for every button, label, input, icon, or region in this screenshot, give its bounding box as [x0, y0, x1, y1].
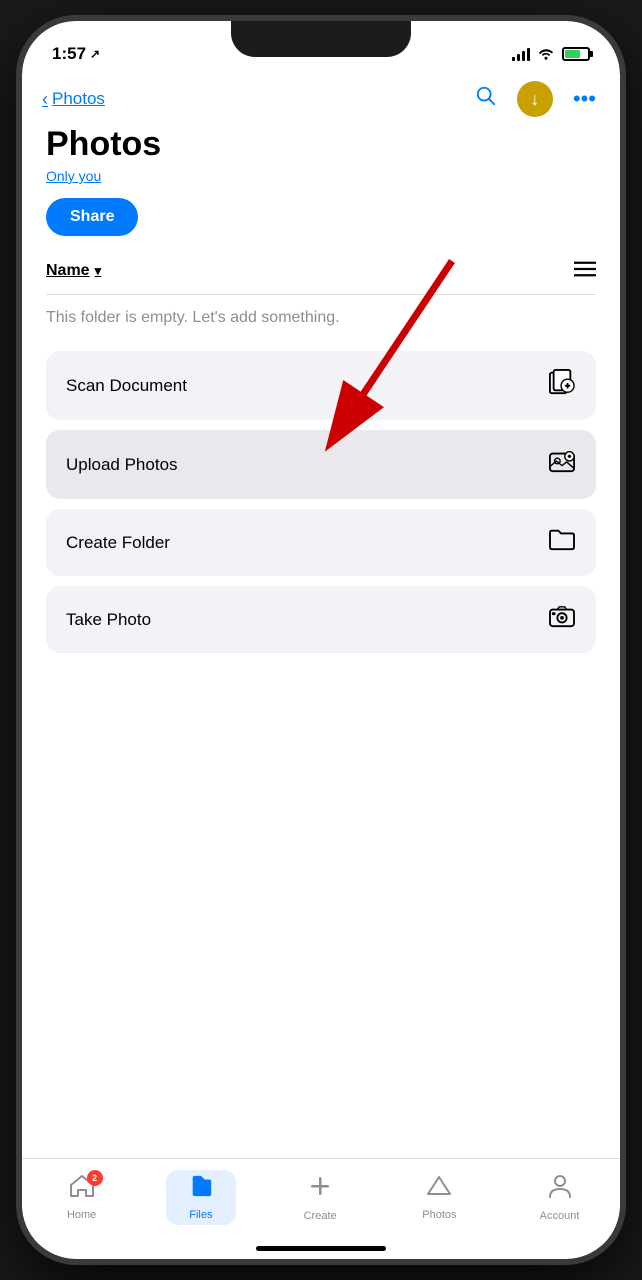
back-label: Photos	[52, 89, 105, 109]
create-folder-icon	[548, 527, 576, 558]
share-button[interactable]: Share	[46, 198, 138, 236]
tab-account-label: Account	[540, 1210, 580, 1222]
more-options-button[interactable]: •••	[573, 86, 596, 112]
status-time: 1:57 ↗	[52, 44, 100, 64]
sort-row: Name ▾	[46, 258, 596, 295]
back-chevron-icon: ‹	[42, 89, 48, 110]
sort-chevron-icon: ▾	[95, 263, 102, 279]
tab-home-label: Home	[67, 1209, 96, 1221]
scan-document-icon	[548, 369, 576, 402]
content-area: Photos Only you Share Name ▾ This folder…	[22, 125, 620, 1158]
take-photo-icon	[548, 604, 576, 635]
account-icon	[548, 1173, 572, 1206]
photos-tab-icon	[426, 1174, 452, 1205]
tab-create-label: Create	[304, 1210, 337, 1222]
tab-home[interactable]: 2 Home	[47, 1170, 117, 1225]
create-icon	[307, 1173, 333, 1206]
home-badge: 2	[87, 1170, 103, 1186]
tab-photos-label: Photos	[422, 1209, 456, 1221]
upload-photos-icon	[548, 448, 576, 481]
phone-frame: 1:57 ↗	[16, 15, 626, 1265]
home-indicator	[256, 1246, 386, 1251]
scan-document-label: Scan Document	[66, 376, 187, 396]
nav-icons: ↓ •••	[475, 81, 596, 117]
take-photo-item[interactable]: Take Photo	[46, 586, 596, 653]
signal-bars	[512, 47, 530, 61]
tab-bar: 2 Home Files	[22, 1158, 620, 1246]
notch	[231, 21, 411, 57]
nav-header: ‹ Photos ↓ •••	[22, 73, 620, 125]
files-icon	[188, 1174, 214, 1205]
scan-document-item[interactable]: Scan Document	[46, 351, 596, 420]
create-folder-item[interactable]: Create Folder	[46, 509, 596, 576]
back-button[interactable]: ‹ Photos	[42, 89, 105, 110]
battery-icon	[562, 47, 590, 61]
upload-photos-item[interactable]: Upload Photos	[46, 430, 596, 499]
take-photo-label: Take Photo	[66, 610, 151, 630]
tab-files-label: Files	[189, 1209, 212, 1221]
phone-screen: 1:57 ↗	[22, 21, 620, 1259]
download-button[interactable]: ↓	[517, 81, 553, 117]
wifi-icon	[537, 46, 555, 63]
tab-create[interactable]: Create	[285, 1169, 355, 1226]
tab-files[interactable]: Files	[166, 1170, 236, 1225]
home-icon: 2	[69, 1174, 95, 1205]
download-icon: ↓	[530, 89, 539, 110]
search-icon[interactable]	[475, 85, 497, 113]
sort-button[interactable]: Name ▾	[46, 262, 101, 280]
upload-photos-label: Upload Photos	[66, 455, 178, 475]
list-view-button[interactable]	[574, 258, 596, 284]
tab-photos[interactable]: Photos	[404, 1170, 474, 1225]
action-list: Scan Document Upload Photos	[46, 351, 596, 653]
create-folder-label: Create Folder	[66, 533, 170, 553]
empty-message: This folder is empty. Let's add somethin…	[46, 309, 596, 327]
page-subtitle[interactable]: Only you	[46, 168, 596, 184]
status-icons	[512, 46, 590, 63]
location-icon: ↗	[90, 47, 100, 61]
tab-account[interactable]: Account	[524, 1169, 596, 1226]
page-title: Photos	[46, 125, 596, 164]
